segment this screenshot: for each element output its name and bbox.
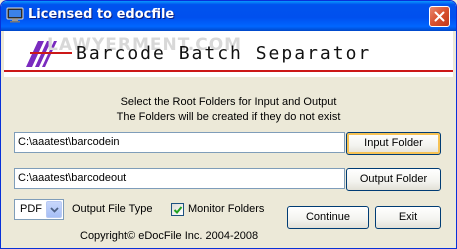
- copyright-text: Copyright© eDocFile Inc. 2004-2008: [80, 230, 259, 242]
- input-folder-button[interactable]: Input Folder: [346, 132, 441, 155]
- app-monitor-icon: [6, 7, 24, 23]
- output-folder-field[interactable]: C:\aaatest\barcodeout: [14, 168, 345, 189]
- exit-button[interactable]: Exit: [375, 206, 441, 229]
- file-type-label: Output File Type: [72, 203, 153, 215]
- banner-title: Barcode Batch Separator: [76, 43, 372, 64]
- instruction-line-2: The Folders will be created if they do n…: [116, 111, 341, 123]
- title-bar[interactable]: Licensed to edocfile: [1, 1, 456, 31]
- monitor-folders-checkbox[interactable]: [171, 203, 184, 216]
- dropdown-arrow-button[interactable]: [46, 201, 62, 218]
- client-area: LAWYERMENT.COM Barcode Batch Separator S…: [4, 31, 453, 247]
- close-button[interactable]: [429, 6, 450, 27]
- window-title: Licensed to edocfile: [28, 7, 175, 22]
- close-icon: [434, 11, 445, 22]
- main-window: Licensed to edocfile LAWYERMENT.COM Barc…: [0, 0, 457, 249]
- output-folder-button[interactable]: Output Folder: [346, 168, 441, 191]
- checkmark-icon: [173, 206, 183, 214]
- file-type-select[interactable]: PDF: [14, 199, 64, 220]
- input-folder-field[interactable]: C:\aaatest\barcodein: [14, 132, 345, 153]
- file-type-value: PDF: [20, 203, 42, 215]
- chevron-down-icon: [50, 207, 59, 213]
- continue-button[interactable]: Continue: [287, 206, 369, 229]
- monitor-folders-label[interactable]: Monitor Folders: [188, 203, 264, 215]
- banner-divider: [4, 70, 453, 72]
- banner: LAWYERMENT.COM Barcode Batch Separator: [4, 31, 453, 77]
- instruction-line-1: Select the Root Folders for Input and Ou…: [120, 96, 337, 108]
